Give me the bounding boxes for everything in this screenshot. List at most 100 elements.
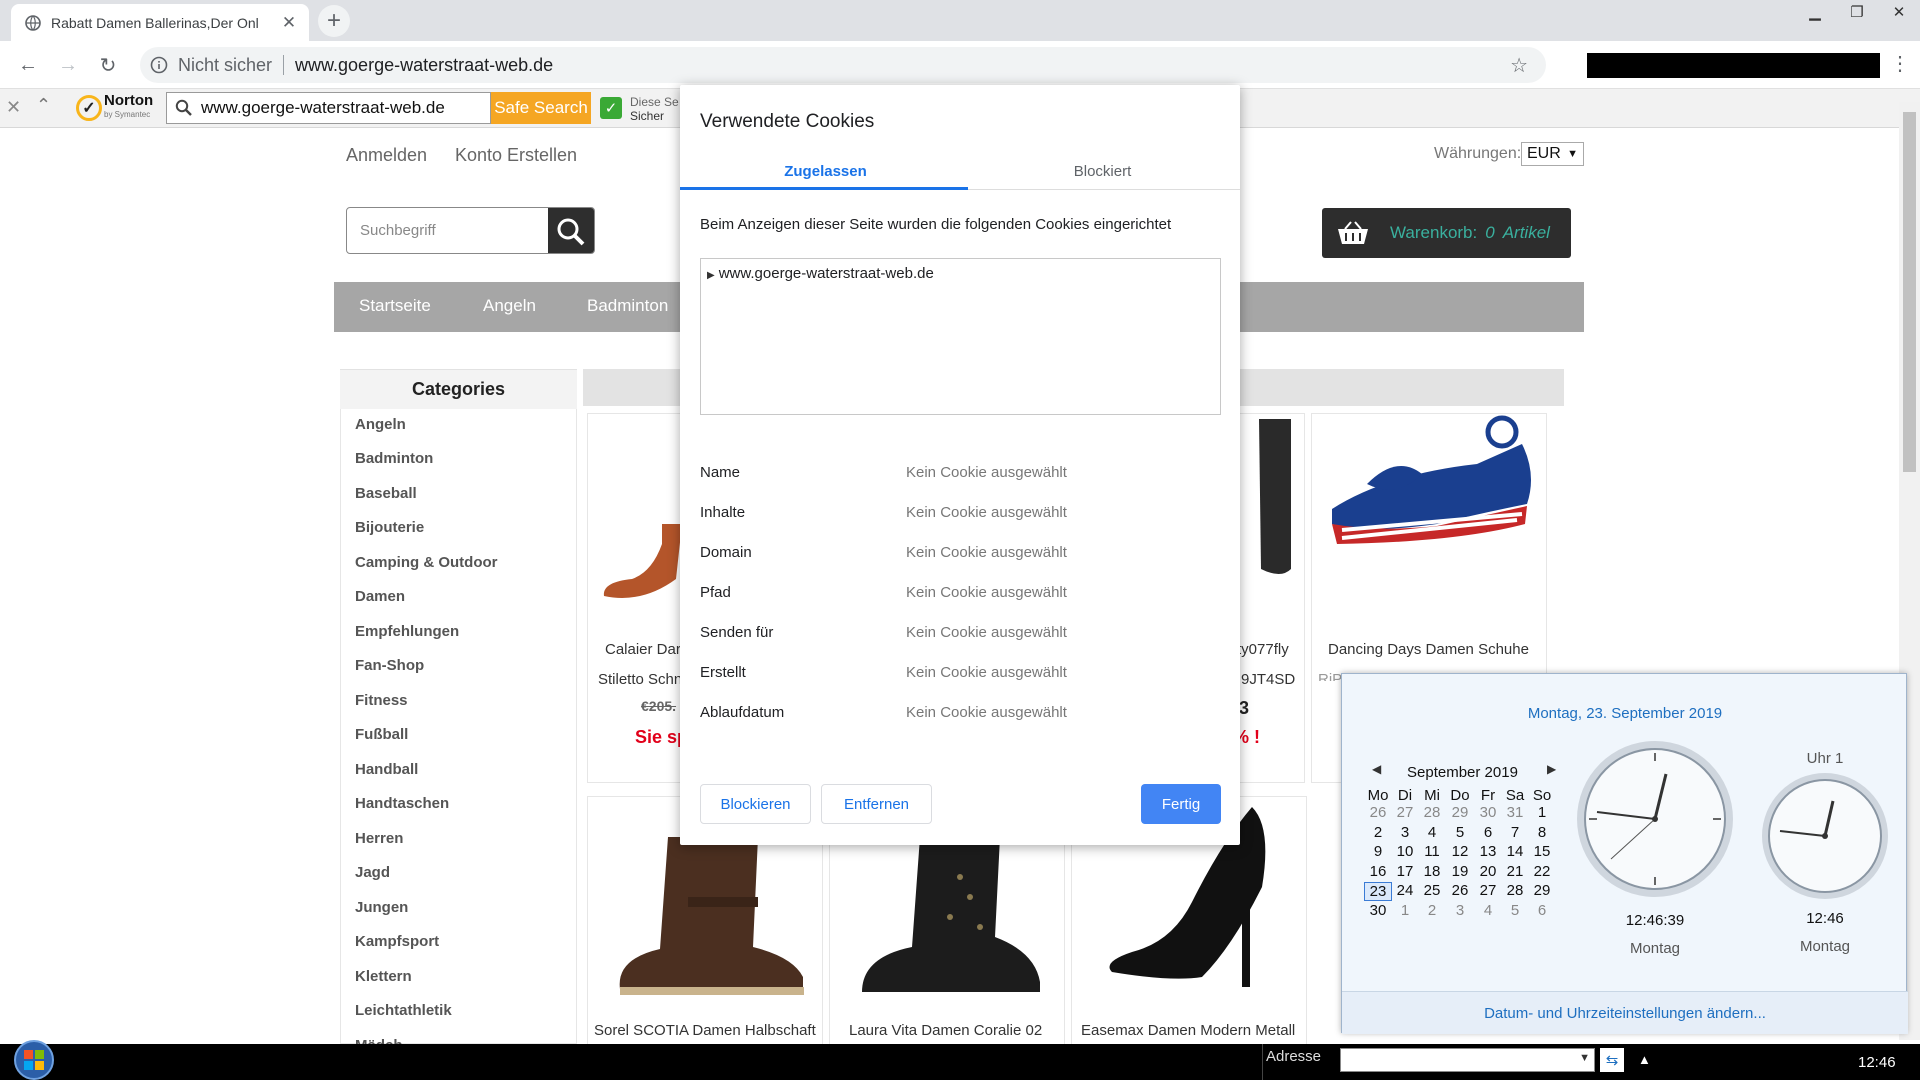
calendar-day[interactable]: 11 [1418,843,1446,860]
collapse-chevron-icon[interactable]: ⌃ [36,95,51,116]
done-button[interactable]: Fertig [1141,784,1221,824]
category-item[interactable]: Herren [355,830,403,847]
category-item[interactable]: Camping & Outdoor [355,554,498,571]
nav-item-badminton[interactable]: Badminton [587,296,668,316]
nav-item-startseite[interactable]: Startseite [359,296,431,316]
calendar-day[interactable]: 21 [1501,863,1529,880]
category-item[interactable]: Klettern [355,968,412,985]
calendar-day[interactable]: 27 [1391,804,1419,821]
cookie-tree[interactable]: ▶ www.goerge-waterstraat-web.de [700,258,1221,415]
calendar-day[interactable]: 26 [1446,882,1474,899]
register-link[interactable]: Konto Erstellen [455,145,577,166]
calendar-day[interactable]: 6 [1474,824,1502,841]
calendar-day[interactable]: 30 [1364,902,1392,919]
new-tab-button[interactable]: + [318,5,350,37]
address-bar[interactable]: Nicht sicher www.goerge-waterstraat-web.… [140,47,1546,83]
calendar-day[interactable]: 24 [1391,882,1419,899]
category-item[interactable]: Baseball [355,485,417,502]
category-item[interactable]: Damen [355,588,405,605]
category-item[interactable]: Kampfsport [355,933,439,950]
reload-icon[interactable]: ↻ [94,51,122,79]
safe-search-button[interactable]: Safe Search [491,92,591,124]
calendar-day[interactable]: 15 [1528,843,1556,860]
calendar-day[interactable]: 3 [1446,902,1474,919]
category-item[interactable]: Leichtathletik [355,1002,452,1019]
browser-tab[interactable]: Rabatt Damen Ballerinas,Der Onl ✕ [11,4,309,41]
calendar-day[interactable]: 4 [1474,902,1502,919]
category-item[interactable]: Empfehlungen [355,623,459,640]
tab-blocked[interactable]: Blockiert [962,163,1243,180]
close-window-icon[interactable]: ✕ [1878,0,1920,24]
calendar-day[interactable]: 1 [1528,804,1556,821]
calendar-day[interactable]: 5 [1446,824,1474,841]
calendar-day[interactable]: 18 [1418,863,1446,880]
calendar-day[interactable]: 1 [1391,902,1419,919]
close-toolbar-icon[interactable]: ✕ [6,97,21,118]
menu-kebab-icon[interactable]: ⋮ [1890,51,1910,76]
calendar-day[interactable]: 17 [1391,863,1419,880]
calendar-day[interactable]: 12 [1446,843,1474,860]
calendar-day[interactable]: 29 [1528,882,1556,899]
calendar-day[interactable]: 28 [1501,882,1529,899]
norton-logo[interactable]: ✓ Norton by Symantec [76,93,153,122]
calendar-day[interactable]: 27 [1474,882,1502,899]
calendar-day[interactable]: 20 [1474,863,1502,880]
category-item[interactable]: Handtaschen [355,795,449,812]
category-item[interactable]: Bijouterie [355,519,424,536]
info-icon[interactable] [150,56,168,74]
calendar-day[interactable]: 28 [1418,804,1446,821]
category-item[interactable]: Fan-Shop [355,657,424,674]
calendar-month[interactable]: September 2019 [1407,764,1518,781]
category-item[interactable]: Handball [355,761,418,778]
expand-triangle-icon[interactable]: ▶ [707,270,715,281]
close-tab-icon[interactable]: ✕ [279,13,299,33]
tray-expand-icon[interactable]: ▲ [1638,1052,1651,1067]
calendar-day[interactable]: 4 [1418,824,1446,841]
next-month-arrow-icon[interactable]: ▶ [1547,762,1556,776]
calendar-day[interactable]: 8 [1528,824,1556,841]
calendar-day[interactable]: 9 [1364,843,1392,860]
calendar-day[interactable]: 29 [1446,804,1474,821]
nav-item-angeln[interactable]: Angeln [483,296,536,316]
date-time-settings-link[interactable]: Datum- und Uhrzeiteinstellungen ändern..… [1342,991,1908,1034]
calendar-day[interactable]: 16 [1364,863,1392,880]
dropdown-arrow-icon[interactable]: ▼ [1579,1052,1590,1064]
forward-arrow-icon[interactable]: → [54,51,82,79]
calendar-day[interactable]: 5 [1501,902,1529,919]
calendar-day[interactable]: 2 [1418,902,1446,919]
category-item[interactable]: Badminton [355,450,433,467]
remove-button[interactable]: Entfernen [821,784,932,824]
category-item[interactable]: Jungen [355,899,408,916]
tab-allowed[interactable]: Zugelassen [685,163,966,180]
bookmark-star-icon[interactable]: ☆ [1510,53,1528,78]
calendar-day[interactable]: 19 [1446,863,1474,880]
calendar-day[interactable]: 25 [1418,882,1446,899]
category-item[interactable]: Fußball [355,726,408,743]
norton-search-input[interactable]: www.goerge-waterstraat-web.de [166,92,491,124]
calendar-day[interactable]: 6 [1528,902,1556,919]
prev-month-arrow-icon[interactable]: ◀ [1372,762,1381,776]
tray-clock[interactable]: 12:46 [1858,1054,1896,1071]
calendar-day[interactable]: 14 [1501,843,1529,860]
minimize-icon[interactable]: ▁ [1794,0,1836,24]
category-item[interactable]: Angeln [355,416,406,433]
site-search-field[interactable]: Suchbegriff [346,207,595,254]
login-link[interactable]: Anmelden [346,145,427,166]
scrollbar-thumb[interactable] [1903,112,1916,472]
go-arrow-icon[interactable]: ⇆ [1600,1048,1624,1072]
calendar-day[interactable]: 26 [1364,804,1392,821]
category-item[interactable]: Fitness [355,692,408,709]
calendar-full-date[interactable]: Montag, 23. September 2019 [1342,705,1908,722]
address-toolbar-input[interactable]: ▼ [1340,1048,1595,1072]
calendar-day[interactable]: 10 [1391,843,1419,860]
currency-select[interactable]: EUR ▼ [1521,142,1584,166]
category-item[interactable]: Jagd [355,864,390,881]
calendar-day[interactable]: 23 [1364,882,1392,901]
restore-icon[interactable]: ❐ [1836,0,1878,24]
calendar-day[interactable]: 13 [1474,843,1502,860]
block-button[interactable]: Blockieren [700,784,811,824]
calendar-day[interactable]: 2 [1364,824,1392,841]
search-button[interactable] [548,208,594,253]
calendar-day[interactable]: 3 [1391,824,1419,841]
calendar-day[interactable]: 22 [1528,863,1556,880]
